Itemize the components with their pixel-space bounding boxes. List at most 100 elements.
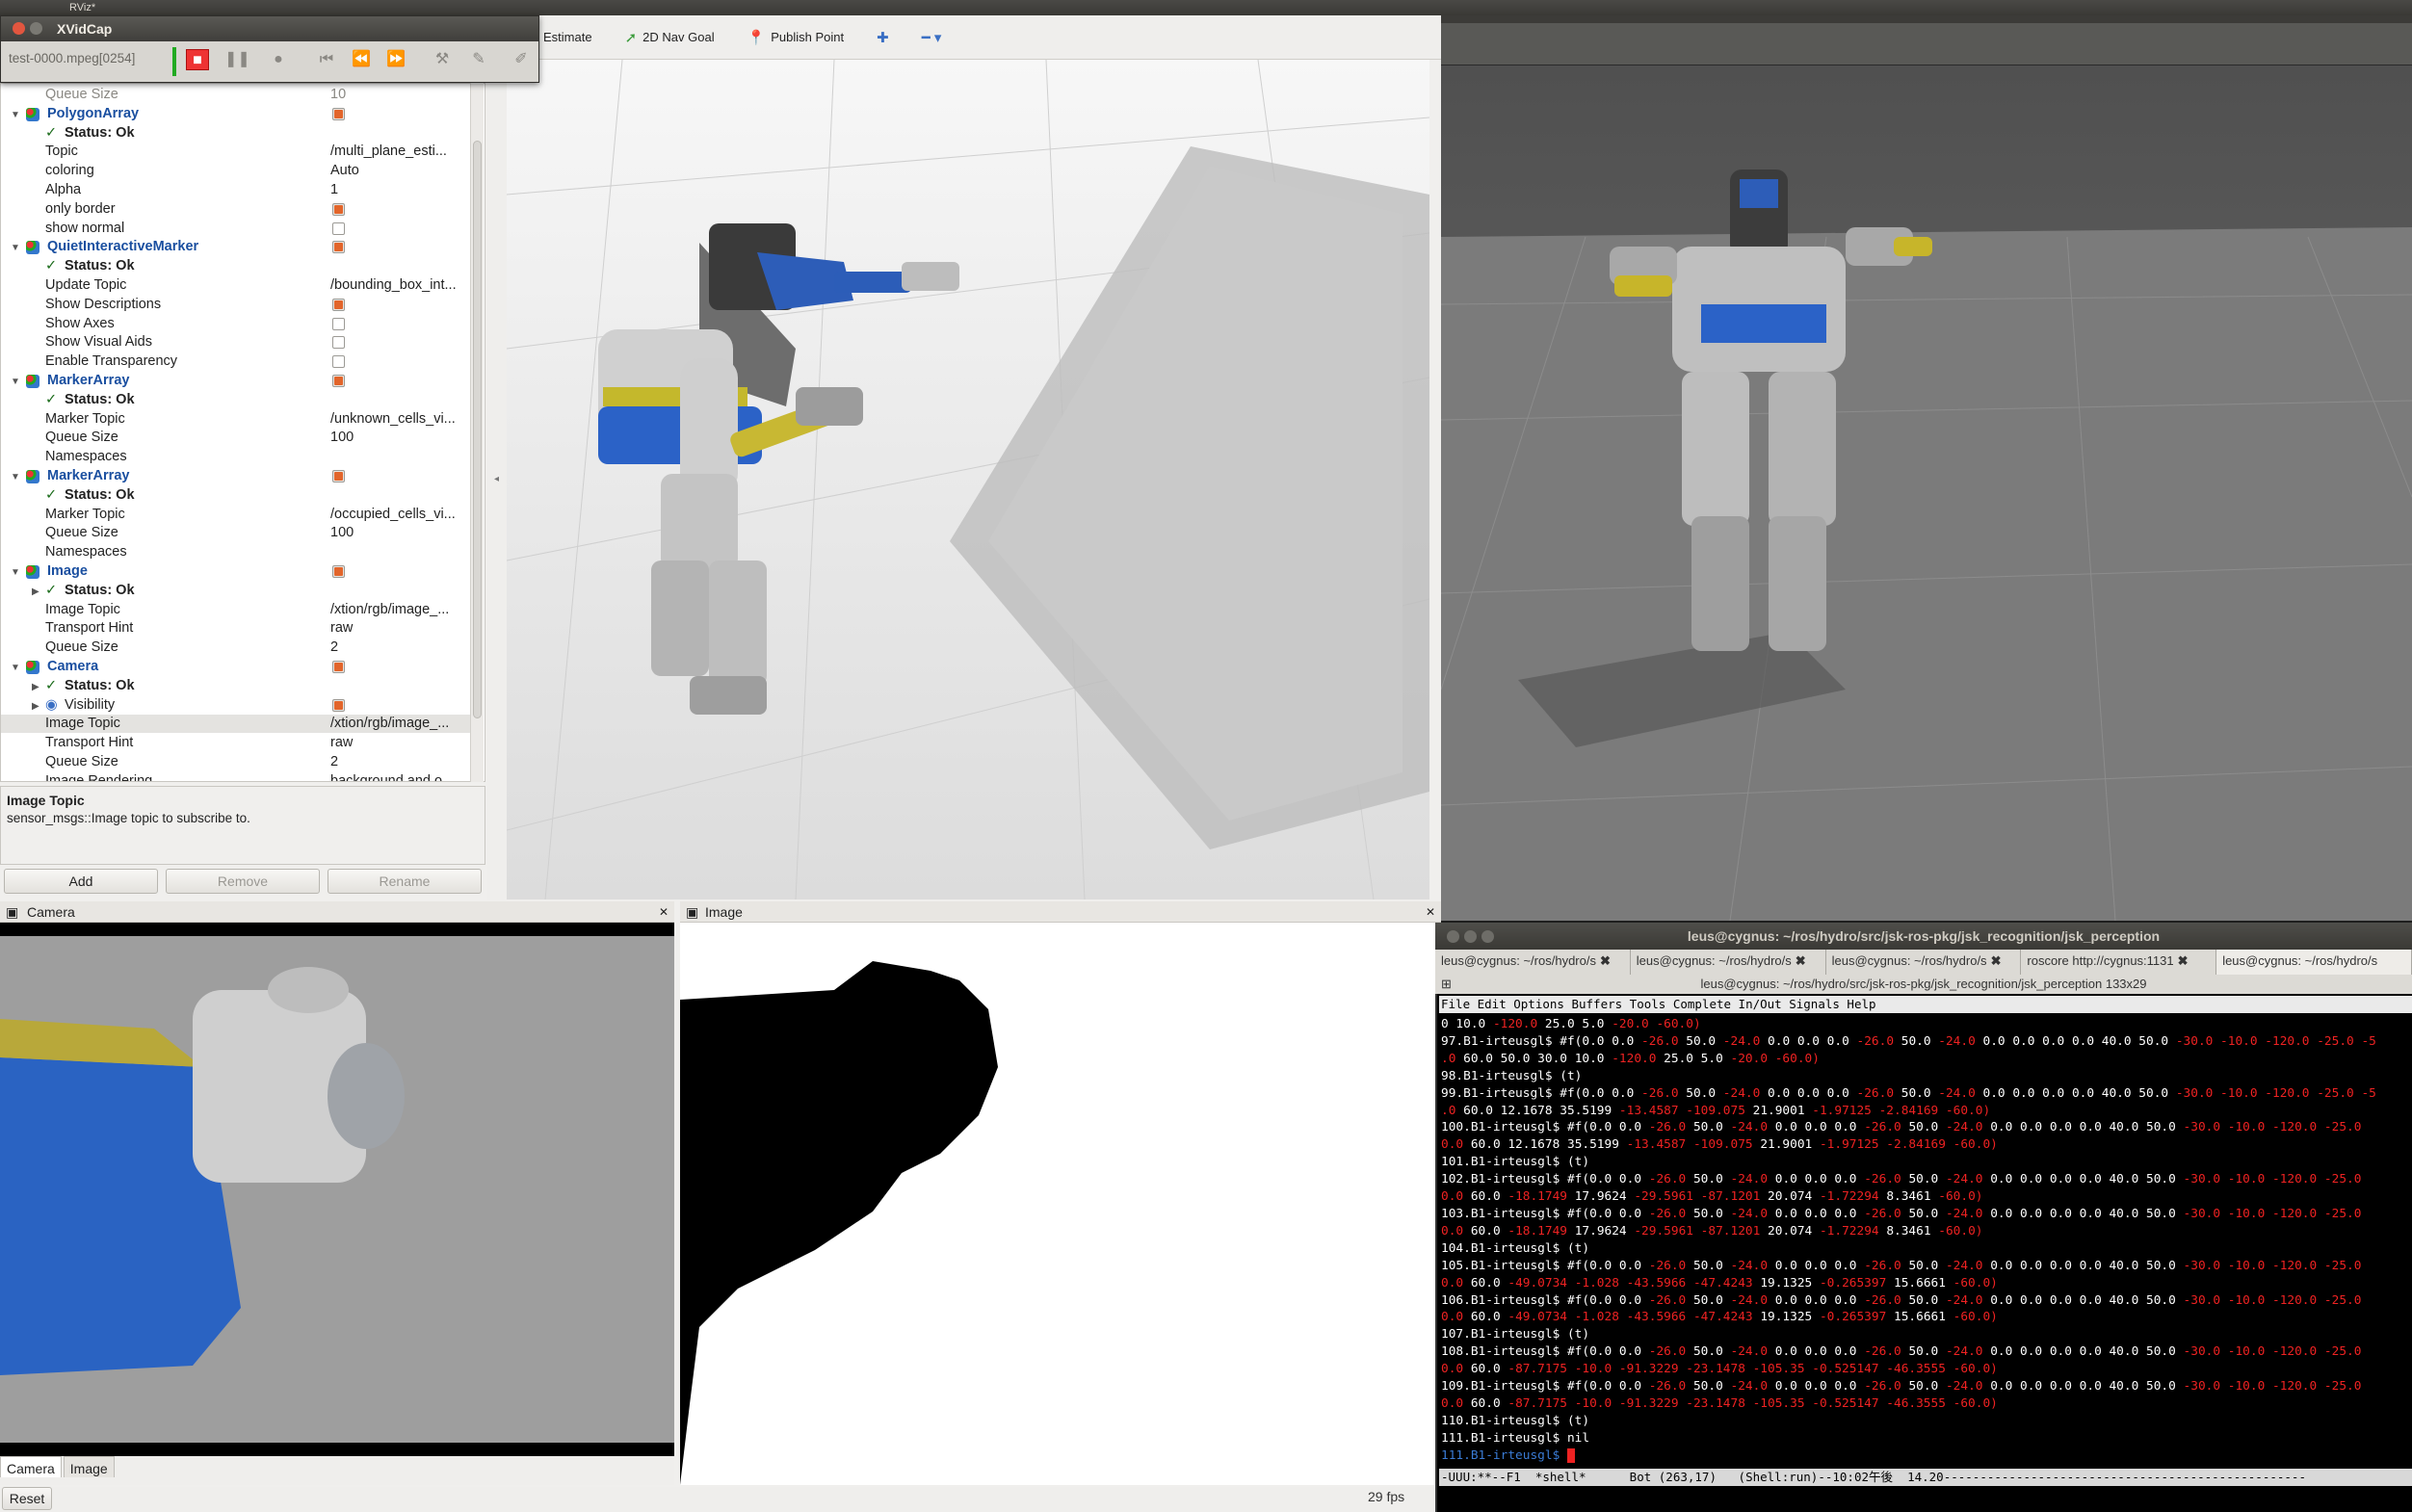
rviz-3d-view[interactable]	[506, 59, 1430, 900]
terminal-tab[interactable]: leus@cygnus: ~/ros/hydro/s	[2216, 950, 2412, 975]
close-window-icon[interactable]	[1447, 930, 1459, 943]
expand-arrow-icon[interactable]: ▼	[11, 373, 20, 391]
expand-arrow-icon[interactable]: ▼	[11, 239, 20, 257]
terminal-tab[interactable]: leus@cygnus: ~/ros/hydro/s ✖	[1826, 950, 2022, 975]
checkbox[interactable]	[332, 241, 345, 254]
terminal-tab[interactable]: leus@cygnus: ~/ros/hydro/s ✖	[1631, 950, 1826, 975]
xvidcap-filename[interactable]: test-0000.mpeg[0254]	[9, 51, 135, 65]
property-value[interactable]: 100	[330, 429, 469, 447]
property-row[interactable]: Show Axes	[1, 315, 471, 333]
close-panel-icon[interactable]: ✕	[659, 901, 669, 923]
add-button[interactable]: Add	[4, 869, 158, 894]
property-value[interactable]: 2	[330, 753, 469, 771]
expand-arrow-icon[interactable]: ▼	[11, 563, 20, 582]
property-row[interactable]: Queue Size 100	[1, 429, 471, 447]
property-value[interactable]: 100	[330, 524, 469, 542]
property-row[interactable]: Namespaces	[1, 448, 471, 466]
forward-button[interactable]: ⏩	[384, 49, 407, 70]
checkbox[interactable]	[332, 298, 345, 311]
checkbox[interactable]	[332, 470, 345, 482]
property-value[interactable]: raw	[330, 619, 469, 638]
maximize-window-icon[interactable]	[1481, 930, 1494, 943]
status-item[interactable]: ▶ ✓ Status: Ok	[1, 677, 471, 695]
displays-scrollbar[interactable]	[470, 83, 484, 782]
camera-view[interactable]	[0, 923, 674, 1458]
terminal-output[interactable]: 0 10.0 -120.0 25.0 5.0 -20.0 -60.0) 97.B1…	[1441, 1016, 2412, 1469]
property-row[interactable]: Namespaces	[1, 543, 471, 561]
minimize-window-icon[interactable]	[30, 22, 42, 35]
tab-image[interactable]: Image	[63, 1456, 115, 1477]
property-row[interactable]: Transport Hint raw	[1, 734, 471, 752]
property-row[interactable]: Update Topic/bounding_box_int...	[1, 276, 471, 295]
property-value[interactable]: background and o...	[330, 772, 469, 781]
expand-arrow-icon[interactable]: ▶	[32, 678, 39, 696]
status-item[interactable]: ✓ Status: Ok	[1, 486, 471, 505]
expand-arrow-icon[interactable]: ▼	[11, 106, 20, 124]
checkbox[interactable]	[332, 698, 345, 712]
checkbox[interactable]	[332, 565, 345, 578]
status-item[interactable]: ✓ Status: Ok	[1, 124, 471, 143]
property-row[interactable]: Show Visual Aids	[1, 333, 471, 352]
image-view[interactable]	[680, 923, 1439, 1485]
property-row[interactable]: Alpha 1	[1, 181, 471, 199]
close-tab-icon[interactable]: ✖	[1796, 953, 1806, 968]
property-value[interactable]: 1	[330, 181, 469, 199]
remove-button[interactable]: Remove	[166, 869, 320, 894]
edit-button[interactable]: ✎	[467, 49, 490, 70]
settings-button[interactable]: ⚒	[431, 49, 454, 70]
display-item[interactable]: ▼ MarkerArray	[1, 372, 471, 390]
expand-arrow-icon[interactable]: ▶	[32, 697, 39, 716]
property-row[interactable]: Enable Transparency	[1, 352, 471, 371]
expand-arrow-icon[interactable]: ▶	[32, 583, 39, 601]
display-item[interactable]: ▼ MarkerArray	[1, 467, 471, 485]
emacs-menu-bar[interactable]: File Edit Options Buffers Tools Complete…	[1439, 996, 2412, 1013]
display-item[interactable]: ▼ PolygonArray	[1, 105, 471, 123]
tool-2d-nav-goal[interactable]: ➚ 2D Nav Goal	[625, 29, 715, 46]
property-value[interactable]: /xtion/rgb/image_...	[330, 715, 469, 733]
close-tab-icon[interactable]: ✖	[2178, 953, 2189, 968]
skip-back-button[interactable]: ⏮	[315, 49, 338, 70]
property-row[interactable]: Transport Hint raw	[1, 619, 471, 638]
property-value[interactable]: 10	[330, 86, 469, 104]
property-row[interactable]: Image Rendering background and o...	[1, 772, 471, 781]
status-item[interactable]: ✓ Status: Ok	[1, 391, 471, 409]
property-row[interactable]: Queue Size 100	[1, 524, 471, 542]
status-item[interactable]: ▶ ✓ Status: Ok	[1, 582, 471, 600]
property-value[interactable]: /multi_plane_esti...	[330, 143, 469, 161]
expand-arrow-icon[interactable]: ▼	[11, 659, 20, 677]
expand-arrow-icon[interactable]: ▼	[11, 468, 20, 486]
property-value[interactable]: /unknown_cells_vi...	[330, 410, 469, 429]
checkbox[interactable]	[332, 661, 345, 673]
checkbox[interactable]	[332, 336, 345, 350]
terminal-tab[interactable]: roscore http://cygnus:1131 ✖	[2021, 950, 2217, 975]
property-row[interactable]: show normal	[1, 220, 471, 238]
tool-publish-point[interactable]: 📍 Publish Point	[747, 29, 845, 46]
property-row[interactable]: Show Descriptions	[1, 296, 471, 314]
property-row[interactable]: Marker Topic/occupied_cells_vi...	[1, 506, 471, 524]
display-item[interactable]: ▼ Camera	[1, 658, 471, 676]
close-panel-icon[interactable]: ✕	[1426, 901, 1435, 923]
scrollbar-thumb[interactable]	[473, 141, 482, 718]
close-tab-icon[interactable]: ✖	[1991, 953, 2002, 968]
select-area-button[interactable]: ✐	[510, 49, 533, 70]
close-window-icon[interactable]	[13, 22, 25, 35]
property-value[interactable]: 2	[330, 639, 469, 657]
property-row[interactable]: ▶ ◉ Visibility	[1, 696, 471, 715]
checkbox[interactable]	[332, 107, 345, 120]
property-value[interactable]: /xtion/rgb/image_...	[330, 601, 469, 619]
property-row[interactable]: Queue Size 2	[1, 753, 471, 771]
property-value[interactable]: /bounding_box_int...	[330, 276, 469, 295]
property-row[interactable]: only border	[1, 200, 471, 219]
checkbox[interactable]	[332, 202, 345, 216]
minimize-window-icon[interactable]	[1464, 930, 1477, 943]
property-value[interactable]: raw	[330, 734, 469, 752]
close-tab-icon[interactable]: ✖	[1600, 953, 1611, 968]
gazebo-view[interactable]	[1440, 15, 2412, 922]
stop-record-button[interactable]: ■	[186, 49, 209, 70]
property-row[interactable]: Topic/multi_plane_esti...	[1, 143, 471, 161]
property-row[interactable]: Image Topic/xtion/rgb/image_...	[1, 715, 471, 734]
reset-button[interactable]: Reset	[2, 1487, 52, 1510]
checkbox[interactable]	[332, 222, 345, 235]
checkbox[interactable]	[332, 375, 345, 387]
tab-camera[interactable]: Camera	[0, 1456, 62, 1477]
